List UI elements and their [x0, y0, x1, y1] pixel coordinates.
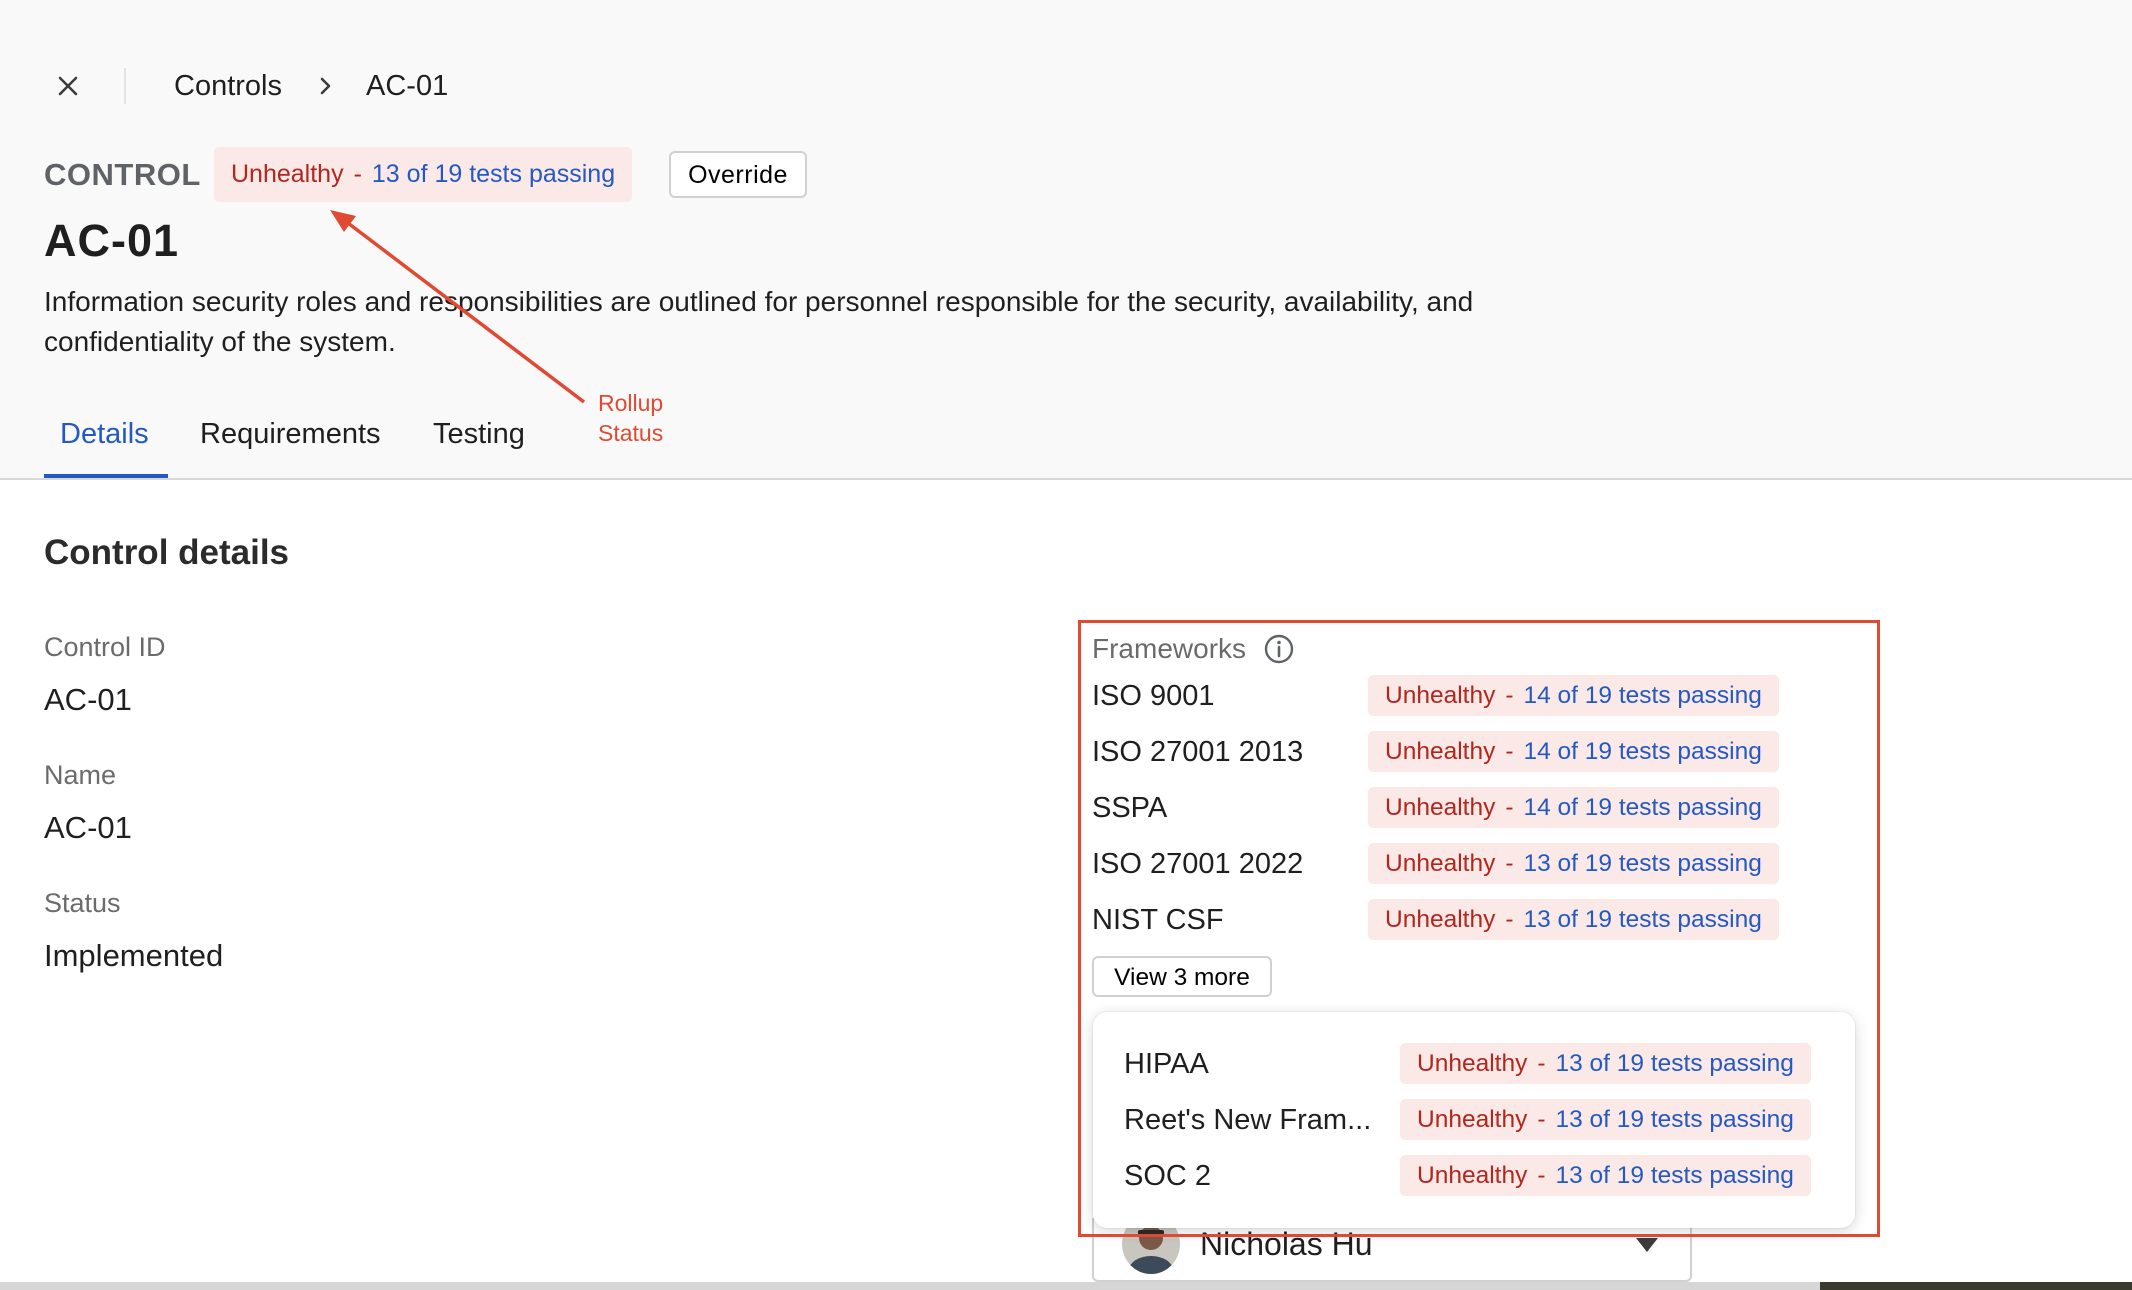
status-value: Implemented [44, 938, 224, 973]
annotation-line-2: Status [598, 420, 664, 446]
badge-separator: - [1537, 1049, 1546, 1077]
framework-status-badge: Unhealthy - 13 of 19 tests passing [1400, 1155, 1811, 1196]
framework-status-badge: Unhealthy - 14 of 19 tests passing [1368, 731, 1779, 772]
owner-name: Nicholas Hu [1200, 1226, 1373, 1262]
info-icon[interactable] [1263, 633, 1295, 665]
framework-status-badge: Unhealthy - 13 of 19 tests passing [1400, 1099, 1811, 1140]
badge-tests: 13 of 19 tests passing [1555, 1105, 1794, 1133]
annotation-label: Rollup Status [598, 388, 663, 448]
badge-tests: 13 of 19 tests passing [1555, 1161, 1794, 1189]
framework-name: SOC 2 [1124, 1160, 1212, 1192]
badge-health: Unhealthy [1385, 905, 1496, 933]
badge-separator: - [1537, 1161, 1546, 1189]
badge-separator: - [1505, 905, 1514, 933]
badge-separator: - [1537, 1105, 1546, 1133]
name-label: Name [44, 760, 117, 790]
view-more-button[interactable]: View 3 more [1092, 956, 1272, 997]
window-bottom-edge-dark [1820, 1282, 2132, 1290]
window-bottom-edge [0, 1282, 2132, 1290]
section-title: Control details [44, 533, 290, 572]
badge-separator: - [1505, 793, 1514, 821]
badge-separator: - [1505, 681, 1514, 709]
framework-name: Reet's New Fram... [1124, 1104, 1372, 1136]
control-id-value: AC-01 [44, 682, 132, 717]
frameworks-label: Frameworks [1092, 633, 1247, 664]
annotation-line-1: Rollup [598, 390, 664, 416]
badge-health: Unhealthy [1417, 1105, 1528, 1133]
control-id-label: Control ID [44, 632, 166, 662]
framework-name: NIST CSF [1092, 904, 1224, 936]
badge-tests: 13 of 19 tests passing [1555, 1049, 1794, 1077]
badge-tests: 14 of 19 tests passing [1523, 793, 1762, 821]
badge-health: Unhealthy [1385, 681, 1496, 709]
status-label: Status [44, 888, 121, 918]
badge-separator: - [1505, 849, 1514, 877]
framework-name: ISO 27001 2013 [1092, 736, 1304, 768]
badge-health: Unhealthy [1385, 849, 1496, 877]
badge-tests: 14 of 19 tests passing [1523, 681, 1762, 709]
badge-health: Unhealthy [1385, 737, 1496, 765]
framework-status-badge: Unhealthy - 13 of 19 tests passing [1400, 1043, 1811, 1084]
framework-status-badge: Unhealthy - 14 of 19 tests passing [1368, 787, 1779, 828]
framework-name: ISO 27001 2022 [1092, 848, 1304, 880]
framework-status-badge: Unhealthy - 13 of 19 tests passing [1368, 899, 1779, 940]
framework-status-badge: Unhealthy - 14 of 19 tests passing [1368, 675, 1779, 716]
name-value: AC-01 [44, 810, 132, 845]
badge-tests: 14 of 19 tests passing [1523, 737, 1762, 765]
badge-health: Unhealthy [1417, 1161, 1528, 1189]
framework-name: ISO 9001 [1092, 680, 1215, 712]
caret-down-icon[interactable] [1636, 1238, 1658, 1252]
framework-name: HIPAA [1124, 1048, 1209, 1080]
framework-name: SSPA [1092, 792, 1168, 824]
framework-status-badge: Unhealthy - 13 of 19 tests passing [1368, 843, 1779, 884]
badge-health: Unhealthy [1385, 793, 1496, 821]
badge-tests: 13 of 19 tests passing [1523, 905, 1762, 933]
badge-separator: - [1505, 737, 1514, 765]
badge-tests: 13 of 19 tests passing [1523, 849, 1762, 877]
badge-health: Unhealthy [1417, 1049, 1528, 1077]
